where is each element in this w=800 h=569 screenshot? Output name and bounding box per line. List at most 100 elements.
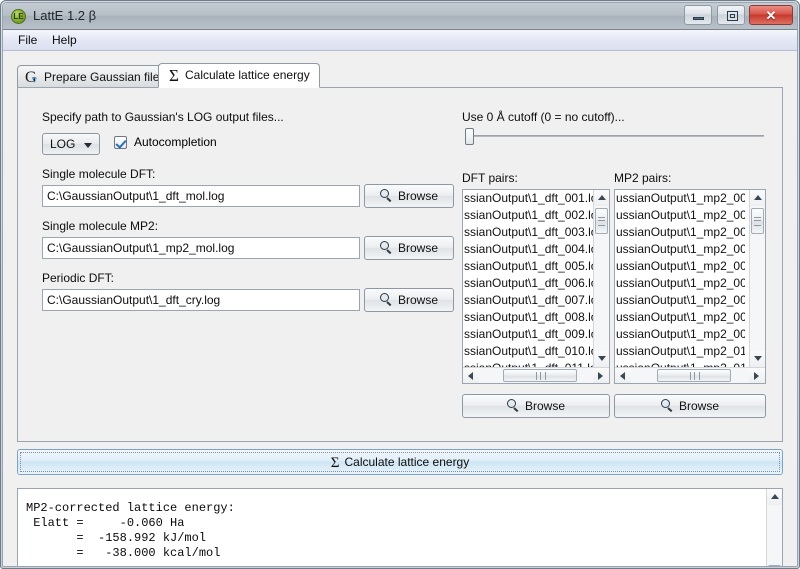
- search-icon: [379, 241, 393, 254]
- sigma-icon: Σ: [169, 66, 179, 85]
- browse-label-mp2-mol: Browse: [397, 241, 438, 255]
- scroll-left-arrow-icon[interactable]: [463, 368, 479, 383]
- dft-pairs-items: ssianOutput\1_dft_001.log ssianOutput\1_…: [463, 190, 593, 368]
- list-item[interactable]: ssianOutput\1_dft_008.log: [463, 309, 593, 326]
- mp2-list-vscroll-thumb[interactable]: [751, 208, 764, 234]
- single-molecule-mp2-label: Single molecule MP2:: [42, 219, 159, 233]
- periodic-dft-input[interactable]: C:\GaussianOutput\1_dft_cry.log: [42, 289, 360, 311]
- browse-button-dft-mol[interactable]: Browse: [364, 184, 454, 208]
- single-molecule-dft-input[interactable]: C:\GaussianOutput\1_dft_mol.log: [42, 185, 360, 207]
- search-icon: [379, 293, 393, 306]
- calculate-button-inner: Σ Calculate lattice energy: [20, 452, 780, 472]
- single-molecule-mp2-input[interactable]: C:\GaussianOutput\1_mp2_mol.log: [42, 237, 360, 259]
- application-window: LE LattE 1.2 β ✕ File Help G ▿ Prepare G…: [0, 0, 800, 569]
- maximize-button[interactable]: [716, 5, 745, 25]
- window-controls: ✕: [683, 5, 793, 26]
- scroll-down-arrow-icon[interactable]: [750, 351, 765, 367]
- tab-prepare-gaussian-files[interactable]: G ▿ Prepare Gaussian files: [17, 65, 176, 88]
- scroll-right-arrow-icon[interactable]: [593, 368, 609, 383]
- calculate-lattice-energy-button[interactable]: Σ Calculate lattice energy: [17, 449, 783, 475]
- scroll-down-arrow-icon[interactable]: [594, 351, 609, 367]
- dft-pairs-listbox[interactable]: ssianOutput\1_dft_001.log ssianOutput\1_…: [462, 189, 610, 384]
- tab-panel-calculate: Specify path to Gaussian's LOG output fi…: [17, 87, 783, 442]
- list-item[interactable]: ssianOutput\1_dft_002.log: [463, 207, 593, 224]
- list-item[interactable]: ussianOutput\1_mp2_002.log: [615, 207, 745, 224]
- close-button[interactable]: ✕: [749, 5, 793, 25]
- mp2-list-vertical-scrollbar[interactable]: [749, 190, 765, 367]
- cutoff-slider[interactable]: [462, 126, 770, 146]
- mp2-list-hscroll-thumb[interactable]: [657, 369, 731, 382]
- sigma-icon: Σ: [330, 455, 340, 471]
- cutoff-label: Use 0 Å cutoff (0 = no cutoff)...: [462, 110, 625, 124]
- filetype-combo[interactable]: LOG: [42, 133, 100, 155]
- tab-calculate-lattice-energy[interactable]: Σ Calculate lattice energy: [158, 63, 320, 88]
- tab-prepare-label: Prepare Gaussian files: [44, 70, 166, 84]
- list-item[interactable]: ussianOutput\1_mp2_008.log: [615, 309, 745, 326]
- specify-path-label: Specify path to Gaussian's LOG output fi…: [42, 110, 284, 124]
- browse-label-dft-mol: Browse: [397, 189, 438, 203]
- list-item[interactable]: ssianOutput\1_dft_003.log: [463, 224, 593, 241]
- menu-bar: File Help: [3, 30, 797, 51]
- filetype-combo-value: LOG: [50, 137, 76, 151]
- window-title: LattE 1.2 β: [33, 8, 97, 23]
- scroll-up-arrow-icon[interactable]: [767, 489, 782, 505]
- periodic-dft-label: Periodic DFT:: [42, 271, 115, 285]
- dft-list-hscroll-thumb[interactable]: [503, 369, 577, 382]
- search-icon: [506, 399, 520, 412]
- dft-list-horizontal-scrollbar[interactable]: [463, 367, 609, 383]
- browse-button-dft-cry[interactable]: Browse: [364, 288, 454, 312]
- window-inner: LE LattE 1.2 β ✕ File Help G ▿ Prepare G…: [2, 2, 798, 567]
- cutoff-slider-thumb[interactable]: [465, 128, 474, 145]
- minimize-button[interactable]: [684, 5, 713, 25]
- scroll-up-arrow-icon[interactable]: [750, 190, 765, 206]
- browse-label-dft-pairs: Browse: [524, 399, 565, 413]
- scroll-up-arrow-icon[interactable]: [594, 190, 609, 206]
- maximize-icon: [726, 11, 738, 21]
- list-item[interactable]: ssianOutput\1_dft_010.log: [463, 343, 593, 360]
- list-item[interactable]: ssianOutput\1_dft_004.log: [463, 241, 593, 258]
- dft-list-vertical-scrollbar[interactable]: [593, 190, 609, 367]
- mp2-pairs-listbox[interactable]: ussianOutput\1_mp2_001.log ussianOutput\…: [614, 189, 766, 384]
- dft-list-vscroll-thumb[interactable]: [595, 208, 608, 234]
- list-item[interactable]: ussianOutput\1_mp2_004.log: [615, 241, 745, 258]
- output-vscroll-thumb[interactable]: [768, 565, 781, 566]
- minimize-icon: [693, 17, 705, 20]
- browse-button-mp2-pairs[interactable]: Browse: [614, 394, 766, 418]
- list-item[interactable]: ussianOutput\1_mp2_003.log: [615, 224, 745, 241]
- menu-item-file[interactable]: File: [13, 33, 42, 48]
- output-vertical-scrollbar[interactable]: [766, 489, 782, 566]
- list-item[interactable]: ssianOutput\1_dft_009.log: [463, 326, 593, 343]
- browse-button-mp2-mol[interactable]: Browse: [364, 236, 454, 260]
- list-item[interactable]: ssianOutput\1_dft_001.log: [463, 190, 593, 207]
- single-molecule-dft-label: Single molecule DFT:: [42, 167, 156, 181]
- client-area: G ▿ Prepare Gaussian files Σ Calculate la…: [3, 51, 797, 566]
- search-icon: [379, 189, 393, 202]
- output-text-area[interactable]: MP2-corrected lattice energy: Elatt = -0…: [17, 488, 783, 566]
- chevron-down-icon: [84, 143, 92, 148]
- tab-calculate-label: Calculate lattice energy: [185, 68, 310, 82]
- checkbox-checked-icon: [114, 136, 127, 149]
- list-item[interactable]: ussianOutput\1_mp2_010.log: [615, 343, 745, 360]
- list-item[interactable]: ussianOutput\1_mp2_007.log: [615, 292, 745, 309]
- mp2-pairs-label: MP2 pairs:: [614, 171, 672, 185]
- list-item[interactable]: ssianOutput\1_dft_007.log: [463, 292, 593, 309]
- list-item[interactable]: ussianOutput\1_mp2_009.log: [615, 326, 745, 343]
- scroll-left-arrow-icon[interactable]: [615, 368, 631, 383]
- browse-button-dft-pairs[interactable]: Browse: [462, 394, 610, 418]
- close-icon: ✕: [765, 8, 777, 23]
- list-item[interactable]: ussianOutput\1_mp2_006.log: [615, 275, 745, 292]
- browse-label-mp2-pairs: Browse: [678, 399, 719, 413]
- menu-item-help[interactable]: Help: [47, 33, 82, 48]
- list-item[interactable]: ussianOutput\1_mp2_005.log: [615, 258, 745, 275]
- gaussian-g-icon: G ▿: [25, 69, 38, 86]
- autocompletion-label: Autocompletion: [134, 135, 217, 149]
- browse-label-dft-cry: Browse: [397, 293, 438, 307]
- title-bar[interactable]: LE LattE 1.2 β ✕: [3, 3, 797, 30]
- calculate-button-label: Calculate lattice energy: [344, 455, 470, 469]
- scroll-right-arrow-icon[interactable]: [749, 368, 765, 383]
- mp2-list-horizontal-scrollbar[interactable]: [615, 367, 765, 383]
- list-item[interactable]: ssianOutput\1_dft_006.log: [463, 275, 593, 292]
- list-item[interactable]: ssianOutput\1_dft_005.log: [463, 258, 593, 275]
- list-item[interactable]: ussianOutput\1_mp2_001.log: [615, 190, 745, 207]
- dft-pairs-label: DFT pairs:: [462, 171, 518, 185]
